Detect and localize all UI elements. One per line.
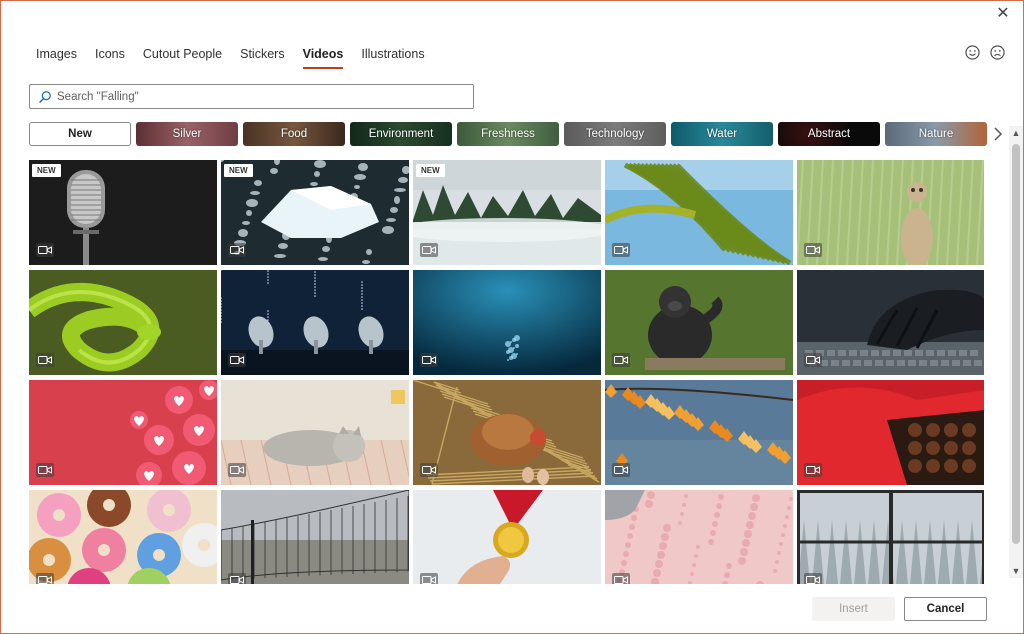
video-camera-icon xyxy=(36,573,54,584)
search-icon xyxy=(39,90,51,103)
feedback-buttons xyxy=(965,45,1005,60)
search-input[interactable] xyxy=(57,86,473,107)
video-thumbnail-sleeping-kitten[interactable] xyxy=(221,380,409,485)
scroll-thumb[interactable] xyxy=(1012,144,1020,544)
thumbnail-image xyxy=(797,490,984,584)
thumbnail-image xyxy=(221,490,409,584)
thumbnail-image xyxy=(413,490,601,584)
category-chip-water[interactable]: Water xyxy=(671,122,773,146)
video-camera-icon xyxy=(804,243,822,257)
video-camera-icon xyxy=(420,243,438,257)
video-thumbnail-snowy-window[interactable] xyxy=(797,490,984,584)
video-camera-icon xyxy=(228,243,246,257)
video-thumbnail-donuts[interactable] xyxy=(29,490,217,584)
thumbnail-image xyxy=(605,490,793,584)
video-thumbnail-underwater[interactable] xyxy=(413,270,601,375)
video-thumbnail-misty-forest[interactable]: NEW xyxy=(413,160,601,265)
new-badge: NEW xyxy=(32,164,61,177)
category-chip-abstract[interactable]: Abstract xyxy=(778,122,880,146)
thumbnail-image xyxy=(29,490,217,584)
video-thumbnail-volleyball-net[interactable] xyxy=(221,490,409,584)
video-camera-icon xyxy=(228,463,246,477)
video-thumbnail-ice-cream-scoop[interactable] xyxy=(605,490,793,584)
video-camera-icon xyxy=(612,573,630,584)
vertical-scrollbar[interactable]: ▲ ▼ xyxy=(1009,126,1023,578)
thumbnail-image xyxy=(221,270,409,375)
video-camera-icon xyxy=(36,353,54,367)
thumbnail-image xyxy=(413,270,601,375)
search-box xyxy=(29,84,474,109)
video-camera-icon xyxy=(612,463,630,477)
video-camera-icon xyxy=(612,243,630,257)
chevron-right-icon[interactable] xyxy=(991,125,1005,143)
tab-images[interactable]: Images xyxy=(28,39,85,69)
stock-media-dialog: ✕ Images Icons Cutout People Stickers Vi… xyxy=(0,0,1024,634)
video-thumbnail-autumn-leaves[interactable] xyxy=(605,380,793,485)
insert-button[interactable]: Insert xyxy=(812,597,895,621)
thumbnail-image xyxy=(605,380,793,485)
smiley-face-icon[interactable] xyxy=(965,45,980,60)
scroll-down-icon[interactable]: ▼ xyxy=(1009,564,1023,578)
video-camera-icon xyxy=(36,463,54,477)
thumbnail-image xyxy=(413,380,601,485)
video-thumbnail-iceberg[interactable]: NEW xyxy=(221,160,409,265)
video-thumbnail-meerkat[interactable] xyxy=(797,160,984,265)
video-thumbnail-hearts[interactable] xyxy=(29,380,217,485)
video-thumbnail-palm-leaves[interactable] xyxy=(605,160,793,265)
video-camera-icon xyxy=(228,573,246,584)
category-chip-food[interactable]: Food xyxy=(243,122,345,146)
video-camera-icon xyxy=(228,353,246,367)
thumbnail-image xyxy=(605,160,793,265)
thumbnail-image xyxy=(797,270,984,375)
video-thumbnail-satellite-dishes[interactable] xyxy=(221,270,409,375)
video-camera-icon xyxy=(612,353,630,367)
category-chips: New Silver Food Environment Freshness Te… xyxy=(29,122,987,146)
video-thumbnail-gorilla[interactable] xyxy=(605,270,793,375)
tab-videos[interactable]: Videos xyxy=(295,39,352,69)
tab-illustrations[interactable]: Illustrations xyxy=(353,39,432,69)
video-camera-icon xyxy=(36,243,54,257)
video-camera-icon xyxy=(804,463,822,477)
cancel-button[interactable]: Cancel xyxy=(904,597,987,621)
category-chip-nature[interactable]: Nature xyxy=(885,122,987,146)
thumbnail-image xyxy=(29,380,217,485)
scroll-up-icon[interactable]: ▲ xyxy=(1009,126,1023,140)
video-thumbnail-chocolate-box[interactable] xyxy=(797,380,984,485)
video-thumbnail-grid: NEW NEW NEW xyxy=(29,160,984,584)
category-chip-technology[interactable]: Technology xyxy=(564,122,666,146)
thumbnail-image xyxy=(605,270,793,375)
thumbnail-image xyxy=(797,380,984,485)
video-thumbnail-hand-typing[interactable] xyxy=(797,270,984,375)
media-tabs: Images Icons Cutout People Stickers Vide… xyxy=(28,39,435,69)
video-thumbnail-gold-medal[interactable] xyxy=(413,490,601,584)
video-thumbnail-hen-nest[interactable] xyxy=(413,380,601,485)
close-icon[interactable]: ✕ xyxy=(995,6,1011,22)
category-chip-environment[interactable]: Environment xyxy=(350,122,452,146)
video-camera-icon xyxy=(804,573,822,584)
thumbnail-image xyxy=(29,270,217,375)
video-camera-icon xyxy=(420,463,438,477)
video-camera-icon xyxy=(420,353,438,367)
category-chip-freshness[interactable]: Freshness xyxy=(457,122,559,146)
frown-face-icon[interactable] xyxy=(990,45,1005,60)
tab-stickers[interactable]: Stickers xyxy=(232,39,292,69)
thumbnail-image xyxy=(797,160,984,265)
video-camera-icon xyxy=(420,573,438,584)
category-chip-new[interactable]: New xyxy=(29,122,131,146)
video-thumbnail-microphone[interactable]: NEW xyxy=(29,160,217,265)
new-badge: NEW xyxy=(224,164,253,177)
new-badge: NEW xyxy=(416,164,445,177)
tab-cutout-people[interactable]: Cutout People xyxy=(135,39,230,69)
video-thumbnail-green-snake[interactable] xyxy=(29,270,217,375)
thumbnail-image xyxy=(221,380,409,485)
category-chip-silver[interactable]: Silver xyxy=(136,122,238,146)
video-camera-icon xyxy=(804,353,822,367)
tab-icons[interactable]: Icons xyxy=(87,39,133,69)
